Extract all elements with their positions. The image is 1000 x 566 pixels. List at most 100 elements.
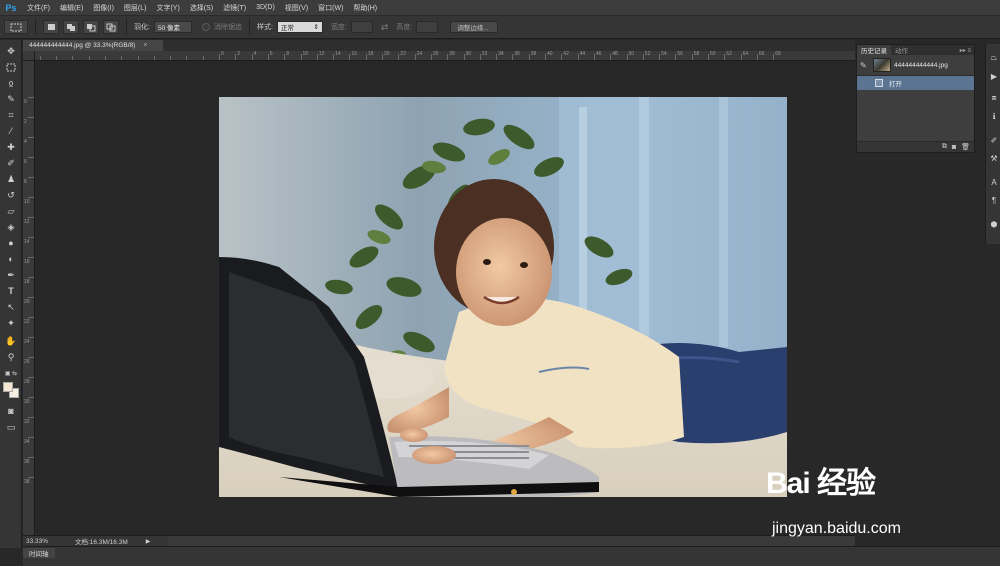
new-selection-button[interactable] <box>43 20 59 34</box>
style-select[interactable]: 正常 ⇕ <box>276 21 323 33</box>
quick-select-tool-icon[interactable]: ✎ <box>2 92 20 106</box>
antialias-checkbox[interactable] <box>201 23 210 31</box>
paint-bucket-tool-icon[interactable]: ◈ <box>2 220 20 234</box>
ruler-tick-label: 14 <box>335 51 341 57</box>
ruler-tick-label: 38 <box>24 479 30 485</box>
zoom-level[interactable]: 33.33% <box>23 538 53 545</box>
swap-dimensions-icon[interactable]: ⇄ <box>381 22 389 33</box>
menu-help[interactable]: 帮助(H) <box>348 3 382 13</box>
dodge-tool-icon[interactable]: ◐ <box>2 252 20 266</box>
ruler-tick <box>756 54 758 60</box>
character-icon[interactable]: A <box>988 176 1000 188</box>
ruler-tick-label: 68 <box>775 51 781 57</box>
rect-marquee-tool-icon[interactable] <box>2 60 20 74</box>
history-brush-tool-icon[interactable]: ↺ <box>2 188 20 202</box>
document-image[interactable] <box>219 97 787 497</box>
document-canvas[interactable] <box>35 61 855 535</box>
close-icon[interactable]: × <box>143 42 147 49</box>
info-icon[interactable]: ℹ <box>988 110 1000 122</box>
trash-icon[interactable]: 🗑 <box>961 143 970 151</box>
foreground-color-swatch[interactable] <box>3 382 13 392</box>
intersect-selection-button[interactable] <box>103 20 119 34</box>
tool-presets-icon[interactable]: ⚒ <box>988 152 1000 164</box>
panel-menu-icon[interactable]: ▸▸ ≡ <box>960 47 974 54</box>
default-colors-icon[interactable]: ▣ ⇆ <box>2 366 20 380</box>
menu-view[interactable]: 视图(V) <box>280 3 313 13</box>
eraser-tool-icon[interactable]: ▱ <box>2 204 20 218</box>
menu-image[interactable]: 图像(I) <box>88 3 119 13</box>
ruler-tick-label: 8 <box>24 179 27 185</box>
history-snapshot[interactable]: ✎ 444444444444.jpg <box>857 55 974 76</box>
ruler-tick <box>28 157 34 158</box>
height-label: 高度: <box>396 24 413 31</box>
tab-actions[interactable]: 动作 <box>891 45 912 55</box>
custom-shape-tool-icon[interactable]: ✦ <box>2 316 20 330</box>
move-tool-icon[interactable]: ✥ <box>2 44 20 58</box>
history-panel-icon[interactable]: ⏢ <box>988 52 1000 64</box>
eyedropper-tool-icon[interactable]: ⁄ <box>2 124 20 138</box>
timeline-tab[interactable]: 时间轴 <box>23 548 55 558</box>
ruler-tick-label: 64 <box>742 51 749 57</box>
menu-edit[interactable]: 编辑(E) <box>55 3 88 13</box>
tab-history[interactable]: 历史记录 <box>857 45 891 55</box>
baidu-jingyan-watermark: Bai 经验 jingyan.baidu.com <box>766 458 966 548</box>
add-selection-icon <box>67 23 75 31</box>
tool-preset-picker[interactable] <box>4 20 28 34</box>
blur-tool-icon[interactable]: ● <box>2 236 20 250</box>
status-menu-arrow-icon[interactable]: ▶ <box>146 538 151 545</box>
quick-mask-icon[interactable]: ◙ <box>2 404 20 418</box>
layer-comps-icon[interactable]: ⧈ <box>988 92 1000 104</box>
screen-mode-icon[interactable]: ▭ <box>2 420 20 434</box>
ruler-origin[interactable] <box>23 51 35 61</box>
ruler-tick <box>28 397 34 398</box>
rect-marquee-icon <box>10 23 22 31</box>
intersect-selection-icon <box>106 23 116 31</box>
refine-edge-button[interactable]: 调整边缘... <box>450 21 499 33</box>
feather-input[interactable]: 50 像素 <box>153 21 192 33</box>
menu-file[interactable]: 文件(F) <box>22 3 55 13</box>
lasso-tool-icon[interactable]: ჲ <box>2 76 20 90</box>
menu-select[interactable]: 选择(S) <box>185 3 218 13</box>
style-label: 样式: <box>256 24 273 31</box>
ruler-tick-label: 10 <box>302 51 309 57</box>
width-input[interactable] <box>350 21 373 33</box>
ruler-tick <box>740 54 742 60</box>
menu-type[interactable]: 文字(Y) <box>151 3 184 13</box>
ruler-tick-label: 28 <box>449 51 455 57</box>
brush-tool-icon[interactable]: ✐ <box>2 156 20 170</box>
3d-icon[interactable]: ⬢ <box>988 218 1000 230</box>
history-brush-source-icon[interactable]: ✎ <box>860 61 870 70</box>
hand-tool-icon[interactable]: ✋ <box>2 334 20 348</box>
zoom-tool-icon[interactable]: ⚲ <box>2 350 20 364</box>
ruler-tick-label: 34 <box>24 439 30 445</box>
ruler-tick <box>316 54 318 60</box>
vertical-ruler[interactable]: 0 2 4 6 8 10 12 14 16 18 20 22 24 26 28 30 32 34 36 38 <box>23 51 35 535</box>
healing-brush-tool-icon[interactable]: ✚ <box>2 140 20 154</box>
ruler-tick-label: 50 <box>628 51 635 57</box>
horizontal-ruler[interactable]: 0 2 4 6 8 10 12 14 16 18 20 22 24 26 28 30 32 34 36 38 40 42 4… <box>35 51 855 61</box>
tools-panel: ✥ ჲ ✎ ⌗ ⁄ ✚ ✐ ♟ ↺ ▱ ◈ ● ◐ ✒ T ↖ ✦ ✋ ⚲ ▣ … <box>0 40 22 548</box>
document-tab[interactable]: 444444444444.jpg @ 33.3%(RGB/8) × <box>23 40 163 51</box>
actions-play-icon[interactable]: ▶ <box>988 70 1000 82</box>
menu-filter[interactable]: 滤镜(T) <box>218 3 251 13</box>
add-to-selection-button[interactable] <box>63 20 79 34</box>
watermark-logo: Bai 经验 <box>766 467 876 500</box>
horizontal-scrollbar[interactable] <box>168 535 855 546</box>
path-selection-tool-icon[interactable]: ↖ <box>2 300 20 314</box>
collapsed-panels-strip: ⏢ ▶ ⧈ ℹ ✐ ⚒ A ¶ ⬢ <box>985 44 1000 244</box>
menu-window[interactable]: 窗口(W) <box>313 3 348 13</box>
height-input[interactable] <box>416 21 439 33</box>
subtract-from-selection-button[interactable] <box>83 20 99 34</box>
clone-stamp-tool-icon[interactable]: ♟ <box>2 172 20 186</box>
new-document-from-state-icon[interactable]: ⧉ <box>942 143 947 151</box>
history-step[interactable]: 打开 <box>857 76 974 90</box>
snapshot-camera-icon[interactable]: ◙ <box>952 144 956 151</box>
ruler-tick <box>28 237 34 238</box>
brush-presets-icon[interactable]: ✐ <box>988 134 1000 146</box>
menu-layer[interactable]: 图层(L) <box>119 3 152 13</box>
pen-tool-icon[interactable]: ✒ <box>2 268 20 282</box>
paragraph-icon[interactable]: ¶ <box>988 194 1000 206</box>
type-tool-icon[interactable]: T <box>2 284 20 298</box>
menu-3d[interactable]: 3D(D) <box>251 4 280 11</box>
crop-tool-icon[interactable]: ⌗ <box>2 108 20 122</box>
